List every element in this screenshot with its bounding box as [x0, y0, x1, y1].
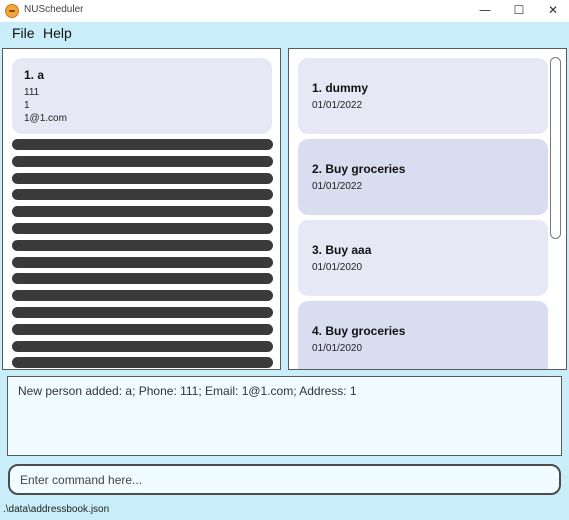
empty-row [12, 357, 273, 369]
event-title: 4. Buy groceries [312, 324, 406, 338]
empty-row [12, 290, 273, 302]
menu-file[interactable]: File [12, 25, 35, 41]
person-card[interactable]: 1. a 111 1 1@1.com [12, 58, 272, 134]
event-card[interactable]: 2. Buy groceries 01/01/2022 [298, 139, 548, 215]
close-button[interactable]: ✕ [536, 0, 569, 22]
menu-help[interactable]: Help [43, 25, 72, 41]
empty-row [12, 172, 273, 184]
person-email: 1@1.com [24, 113, 67, 124]
command-input[interactable] [8, 464, 561, 495]
maximize-button[interactable]: ☐ [502, 0, 536, 22]
empty-row [12, 323, 273, 335]
event-date: 01/01/2022 [312, 181, 363, 192]
event-title: 2. Buy groceries [312, 162, 406, 176]
empty-row [12, 139, 273, 150]
empty-row [12, 306, 273, 318]
scroll-thumb[interactable] [550, 57, 561, 239]
event-date: 01/01/2020 [312, 343, 363, 354]
person-phone: 111 [24, 87, 40, 98]
event-card[interactable]: 1. dummy 01/01/2022 [298, 58, 548, 134]
empty-row [12, 256, 273, 268]
empty-row [12, 206, 273, 218]
empty-row [12, 222, 273, 234]
event-card[interactable]: 3. Buy aaa 01/01/2020 [298, 220, 548, 296]
app-logo-icon [5, 4, 19, 18]
event-title: 1. dummy [312, 81, 369, 95]
minimize-button[interactable]: — [468, 0, 502, 22]
event-card[interactable]: 4. Buy groceries 01/01/2020 [298, 301, 548, 369]
status-bar: .\data\addressbook.json [0, 500, 569, 520]
event-list-panel[interactable]: 1. dummy 01/01/2022 2. Buy groceries 01/… [288, 48, 567, 370]
window-title: NUScheduler [24, 4, 84, 15]
empty-row [12, 189, 273, 201]
event-title: 3. Buy aaa [312, 243, 372, 257]
event-scrollbar[interactable] [550, 55, 562, 365]
title-bar: NUScheduler — ☐ ✕ [0, 0, 569, 22]
empty-row [12, 340, 273, 352]
empty-list-rows [12, 139, 273, 369]
event-date: 01/01/2020 [312, 262, 363, 273]
result-display: New person added: a; Phone: 111; Email: … [7, 376, 562, 456]
person-list-panel[interactable]: 1. a 111 1 1@1.com [2, 48, 281, 370]
person-name: 1. a [24, 68, 45, 82]
menu-bar: File Help [0, 22, 569, 46]
save-file-path: .\data\addressbook.json [3, 504, 110, 515]
person-address: 1 [24, 100, 30, 111]
empty-row [12, 155, 273, 167]
empty-row [12, 239, 273, 251]
event-date: 01/01/2022 [312, 100, 363, 111]
empty-row [12, 273, 273, 285]
